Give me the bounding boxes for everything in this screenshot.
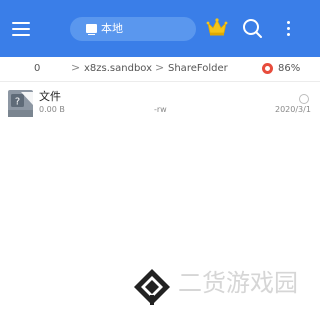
storage-pie-icon [262,63,273,74]
breadcrumb-separator: > [71,61,81,74]
breadcrumb-item-sharefolder[interactable]: ShareFolder [168,63,228,75]
breadcrumb: 0 > x8zs.sandbox > ShareFolder 86% [0,57,320,81]
unknown-file-icon: ? [8,90,33,117]
location-label: 本地 [101,22,123,35]
site-logo-icon [134,269,170,305]
crown-icon[interactable] [206,17,228,37]
breadcrumb-item-root[interactable]: 0 [34,63,40,75]
storage-percent: 86% [278,63,301,74]
svg-text:?: ? [15,97,20,108]
more-vertical-icon[interactable] [285,20,293,38]
divider [0,81,320,82]
select-checkbox[interactable] [299,94,309,104]
watermark: 二货游戏园 [126,260,320,308]
file-size: 0.00 B [39,105,65,114]
hamburger-menu-icon[interactable] [12,20,32,36]
list-item[interactable]: ? 文件 0.00 B -rw 2020/3/1 [0,84,320,124]
file-date: 2020/3/1 [275,105,311,114]
search-icon[interactable] [240,16,264,40]
monitor-icon [86,24,97,35]
file-manager-app: 本地 0 > x8zs.sandbox > ShareFolder 86% ? … [0,0,320,318]
breadcrumb-separator: > [155,61,165,74]
breadcrumb-item-sandbox[interactable]: x8zs.sandbox [84,63,152,75]
file-name: 文件 [39,90,61,103]
file-permissions: -rw [154,105,167,114]
watermark-text: 二货游戏园 [178,269,298,297]
location-selector[interactable]: 本地 [70,17,196,41]
top-bar: 本地 [0,0,320,57]
